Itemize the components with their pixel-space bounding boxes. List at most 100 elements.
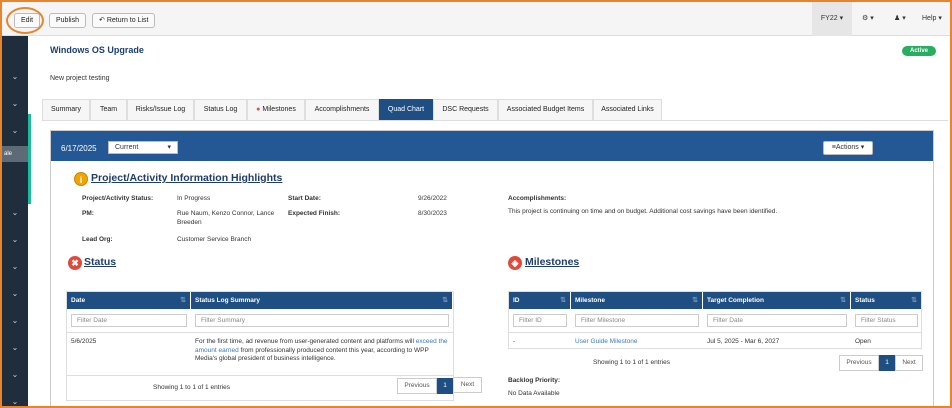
accomplishments-label: Accomplishments: — [508, 195, 567, 202]
return-to-list-button[interactable]: ↶ Return to List — [92, 13, 156, 28]
status-badge: Active — [902, 46, 936, 56]
sidebar-chevron-icon[interactable]: ⌄ — [2, 227, 28, 253]
filter-status-input[interactable]: Filter Status — [855, 314, 918, 327]
tab-milestones[interactable]: ● Milestones — [247, 99, 305, 120]
sort-icon: ⇅ — [442, 297, 448, 304]
pm-value: Rue Naum, Kenzo Connor, Lance Breeden — [177, 210, 275, 226]
sidebar-chevron-icon[interactable]: ⌄ — [2, 335, 28, 361]
help-label: Help — [922, 15, 937, 22]
sort-icon: ⇅ — [560, 297, 566, 304]
expected-finish-label: Expected Finish: — [288, 210, 341, 217]
tab-associated-links[interactable]: Associated Links — [593, 99, 662, 120]
column-header-summary[interactable]: Status Log Summary ⇅ — [191, 292, 453, 309]
tab-milestones-label: Milestones — [262, 106, 296, 113]
period-select[interactable]: Current ▾ — [108, 141, 178, 154]
sidebar-chevron-icon[interactable]: ⌄ — [2, 200, 28, 226]
highlights-title[interactable]: Project/Activity Information Highlights — [91, 172, 282, 184]
milestone-row-target: Jul 5, 2025 - Mar 6, 2027 — [707, 338, 780, 345]
sidebar-chevron-icon[interactable]: ⌄ — [2, 254, 28, 280]
sort-icon: ⇅ — [911, 297, 917, 304]
user-menu[interactable]: ♟ ▾ — [894, 2, 906, 36]
filter-target-date-input[interactable]: Filter Date — [707, 314, 847, 327]
quad-date: 6/17/2025 — [61, 144, 97, 153]
accomplishments-value: This project is continuing on time and o… — [508, 208, 778, 215]
sidebar: ⌄ ⌄ ⌄ ale ⌄ ⌄ ⌄ ⌄ ⌄ ⌄ ⌄ ⌄ — [2, 36, 30, 406]
milestones-pager-next[interactable]: Next — [895, 355, 923, 371]
sidebar-chevron-icon[interactable]: ⌄ — [2, 308, 28, 334]
row-date: 5/6/2025 — [71, 338, 97, 345]
backlog-priority-value: No Data Available — [508, 390, 560, 397]
actions-label: Actions — [835, 144, 859, 151]
tab-quad-chart[interactable]: Quad Chart — [379, 99, 433, 120]
settings-menu[interactable]: ⚙ ▾ — [862, 2, 874, 36]
return-arrow-icon: ↶ — [99, 17, 105, 24]
tab-team[interactable]: Team — [90, 99, 127, 120]
tab-risks-issue-log[interactable]: Risks/Issue Log — [127, 99, 194, 120]
panel-header: 6/17/2025 Current ▾ ≡Actions ▾ — [51, 131, 933, 161]
project-title: Windows OS Upgrade — [50, 45, 144, 55]
tab-accomplishments[interactable]: Accomplishments — [305, 99, 379, 120]
row-divider — [67, 375, 453, 376]
caret-down-icon: ▾ — [870, 15, 874, 22]
column-header-date[interactable]: Date ⇅ — [67, 292, 191, 309]
sidebar-item-active[interactable]: ale — [2, 146, 30, 162]
filter-milestone-input[interactable]: Filter Milestone — [575, 314, 699, 327]
row-divider — [509, 332, 921, 333]
fiscal-year-dropdown[interactable]: FY22 ▾ — [812, 2, 852, 36]
tab-associated-budget-items[interactable]: Associated Budget Items — [498, 99, 593, 120]
sidebar-chevron-icon[interactable]: ⌄ — [2, 281, 28, 307]
column-header-summary-label: Status Log Summary — [195, 297, 261, 304]
publish-button[interactable]: Publish — [49, 13, 86, 28]
filter-date-input[interactable]: Filter Date — [71, 314, 187, 327]
sidebar-chevron-icon[interactable]: ⌄ — [2, 91, 28, 117]
return-to-list-label: Return to List — [106, 17, 149, 24]
help-menu[interactable]: Help ▾ — [922, 2, 942, 36]
project-description: New project testing — [50, 75, 110, 82]
milestones-pager-previous[interactable]: Previous — [839, 355, 879, 371]
edit-highlight-circle — [6, 7, 44, 34]
backlog-priority-label: Backlog Priority: — [508, 377, 561, 384]
row-divider — [67, 332, 453, 333]
column-header-milestone[interactable]: Milestone ⇅ — [571, 292, 703, 309]
sidebar-active-indicator — [28, 114, 31, 204]
tab-summary[interactable]: Summary — [42, 99, 90, 120]
status-label: Project/Activity Status: — [82, 195, 154, 202]
milestones-pager-page-1[interactable]: 1 — [879, 355, 895, 371]
sidebar-chevron-icon[interactable]: ⌄ — [2, 64, 28, 90]
milestones-table-info: Showing 1 to 1 of 1 entries — [593, 359, 670, 366]
column-header-status-label: Status — [855, 297, 875, 304]
filter-id-input[interactable]: Filter ID — [513, 314, 567, 327]
column-header-id[interactable]: ID ⇅ — [509, 292, 571, 309]
gear-icon: ⚙ — [862, 15, 869, 22]
sidebar-chevron-icon[interactable]: ⌄ — [2, 362, 28, 388]
sidebar-chevron-icon[interactable]: ⌄ — [2, 118, 28, 144]
caret-down-icon: ▾ — [902, 15, 906, 22]
lead-org-value: Customer Service Branch — [177, 236, 252, 243]
tab-status-log[interactable]: Status Log — [194, 99, 247, 120]
tab-dsc-requests[interactable]: DSC Requests — [433, 99, 498, 120]
top-toolbar: Edit Publish ↶ Return to List FY22 ▾ ⚙ ▾… — [2, 2, 950, 36]
milestone-row-link[interactable]: User Guide Milestone — [575, 338, 638, 347]
pm-label: PM: — [82, 210, 94, 217]
row-summary: For the first time, ad revenue from user… — [195, 338, 451, 364]
sort-icon: ⇅ — [180, 297, 186, 304]
actions-button[interactable]: ≡Actions ▾ — [823, 141, 873, 155]
column-header-target-completion-label: Target Completion — [707, 297, 764, 304]
pager-page-1[interactable]: 1 — [437, 378, 453, 394]
pager-previous[interactable]: Previous — [397, 378, 437, 394]
pager-next[interactable]: Next — [454, 377, 482, 393]
caret-down-icon: ▾ — [938, 15, 942, 22]
filter-summary-input[interactable]: Filter Summary — [195, 314, 449, 327]
status-section-title[interactable]: Status — [84, 256, 116, 268]
fiscal-year-label: FY22 — [820, 15, 838, 22]
caret-down-icon: ▾ — [860, 144, 865, 151]
column-header-target-completion[interactable]: Target Completion ⇅ — [703, 292, 851, 309]
milestones-table: ID ⇅ Milestone ⇅ Target Completion ⇅ Status… — [508, 291, 922, 349]
column-header-status[interactable]: Status ⇅ — [851, 292, 921, 309]
status-table: Date ⇅ Status Log Summary ⇅ Filter Date Fi… — [66, 291, 454, 401]
quad-chart-panel: 6/17/2025 Current ▾ ≡Actions ▾ i Project… — [50, 130, 934, 406]
status-value: In Progress — [177, 195, 211, 202]
sidebar-chevron-icon[interactable]: ⌄ — [2, 389, 28, 406]
row-summary-text-start: For the first time, ad revenue from user… — [195, 338, 416, 345]
milestones-section-title[interactable]: Milestones — [525, 256, 579, 268]
